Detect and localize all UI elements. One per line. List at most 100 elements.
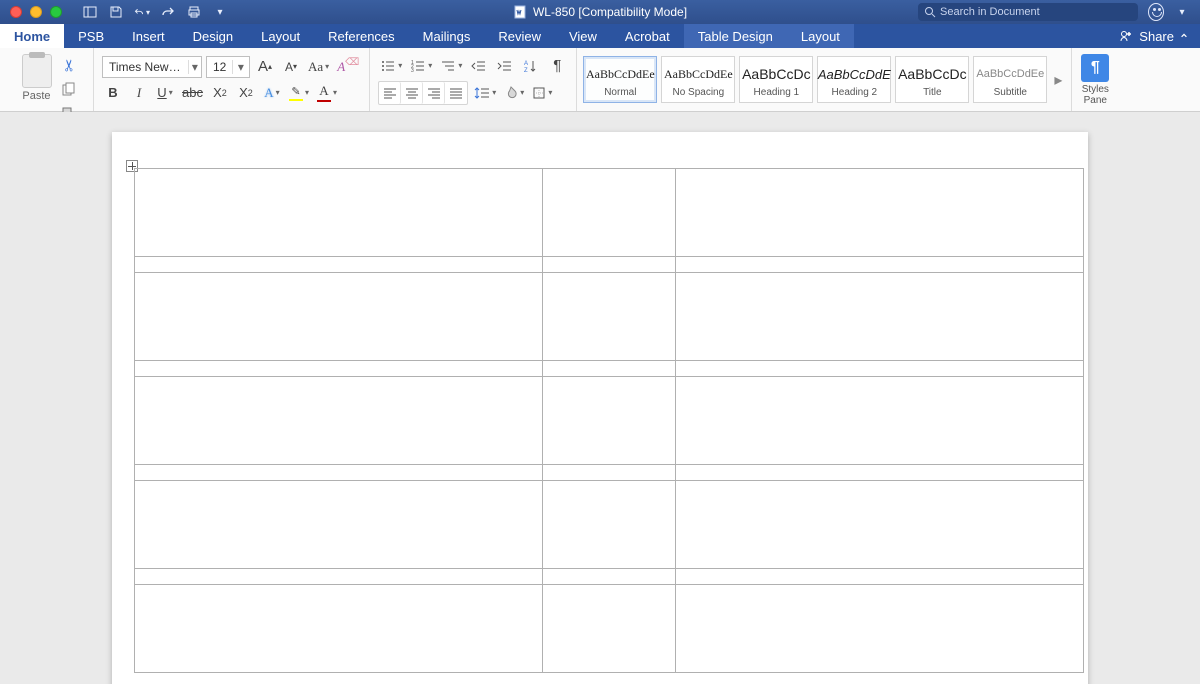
table-row	[135, 361, 1084, 377]
multilevel-list-button[interactable]: ▾	[438, 55, 464, 77]
tab-home[interactable]: Home	[0, 24, 64, 48]
justify-button[interactable]	[445, 82, 467, 104]
clear-formatting-button[interactable]: A⌫	[335, 56, 361, 78]
font-color-button[interactable]: A▾	[315, 82, 339, 104]
styles-pane-button[interactable]: ¶ Styles Pane	[1072, 48, 1118, 111]
shrink-font-button[interactable]: A▾	[280, 56, 302, 78]
change-case-button[interactable]: Aa▾	[306, 56, 331, 78]
style-heading-2[interactable]: AaBbCcDdE Heading 2	[817, 56, 891, 103]
subscript-button[interactable]: X2	[209, 82, 231, 104]
tab-psb[interactable]: PSB	[64, 24, 118, 48]
svg-text:3: 3	[411, 68, 414, 73]
table-row	[135, 377, 1084, 465]
table-row	[135, 569, 1084, 585]
tab-table-layout[interactable]: Layout	[787, 24, 854, 48]
bold-button[interactable]: B	[102, 82, 124, 104]
search-field[interactable]: Search in Document	[918, 3, 1138, 21]
styles-gallery-more-button[interactable]: ▸	[1051, 56, 1065, 103]
decrease-indent-button[interactable]	[468, 55, 490, 77]
tab-mailings[interactable]: Mailings	[409, 24, 485, 48]
document-table[interactable]	[134, 168, 1084, 673]
redo-icon[interactable]	[160, 4, 176, 20]
page	[112, 132, 1088, 684]
tab-table-design[interactable]: Table Design	[684, 24, 787, 48]
tab-review[interactable]: Review	[484, 24, 555, 48]
ribbon-tabs: Home PSB Insert Design Layout References…	[0, 24, 1200, 48]
table-row	[135, 585, 1084, 673]
shading-button[interactable]: ▾	[502, 82, 526, 104]
cut-button[interactable]: ✂	[58, 56, 78, 72]
group-clipboard: Paste ✂	[4, 48, 94, 111]
tab-insert[interactable]: Insert	[118, 24, 179, 48]
tab-acrobat[interactable]: Acrobat	[611, 24, 684, 48]
style-normal[interactable]: AaBbCcDdEe Normal	[583, 56, 657, 103]
share-icon	[1119, 29, 1133, 43]
close-window-button[interactable]	[10, 6, 22, 18]
superscript-button[interactable]: X2	[235, 82, 257, 104]
search-placeholder: Search in Document	[940, 6, 1040, 18]
svg-text:Z: Z	[524, 68, 528, 73]
copy-button[interactable]	[60, 82, 76, 98]
borders-button[interactable]: ▾	[530, 82, 554, 104]
feedback-smile-icon[interactable]	[1148, 4, 1164, 20]
group-styles: AaBbCcDdEe Normal AaBbCcDdEe No Spacing …	[577, 48, 1072, 111]
style-title[interactable]: AaBbCcDc Title	[895, 56, 969, 103]
ribbon: Paste ✂ Times New Ro...▾ 12▾ A▴ A▾ Aa▾ A…	[0, 48, 1200, 112]
bullets-button[interactable]: ▾	[378, 55, 404, 77]
style-subtitle[interactable]: AaBbCcDdEe Subtitle	[973, 56, 1047, 103]
align-right-button[interactable]	[423, 82, 445, 104]
save-icon[interactable]	[108, 4, 124, 20]
tab-references[interactable]: References	[314, 24, 408, 48]
collapse-ribbon-icon[interactable]	[1180, 32, 1188, 40]
underline-button[interactable]: U▾	[154, 82, 176, 104]
print-icon[interactable]	[186, 4, 202, 20]
quick-access-toolbar: ▾ ▾	[82, 4, 228, 20]
minimize-window-button[interactable]	[30, 6, 42, 18]
alignment-group	[378, 81, 468, 105]
show-marks-button[interactable]: ¶	[546, 55, 568, 77]
document-canvas[interactable]	[0, 112, 1200, 684]
table-row	[135, 257, 1084, 273]
tab-design[interactable]: Design	[179, 24, 247, 48]
table-row	[135, 465, 1084, 481]
style-no-spacing[interactable]: AaBbCcDdEe No Spacing	[661, 56, 735, 103]
italic-button[interactable]: I	[128, 82, 150, 104]
line-spacing-button[interactable]: ▾	[472, 82, 498, 104]
styles-pane-icon: ¶	[1081, 54, 1109, 82]
align-left-button[interactable]	[379, 82, 401, 104]
styles-pane-label: Styles Pane	[1082, 84, 1109, 106]
search-icon	[924, 6, 936, 18]
style-heading-1[interactable]: AaBbCcDc Heading 1	[739, 56, 813, 103]
table-row	[135, 481, 1084, 569]
font-name-combo[interactable]: Times New Ro...▾	[102, 56, 202, 78]
group-paragraph: ▾ 123▾ ▾ AZ ¶ ▾ ▾ ▾	[370, 48, 577, 111]
sidebar-toggle-icon[interactable]	[82, 4, 98, 20]
table-row	[135, 169, 1084, 257]
numbering-button[interactable]: 123▾	[408, 55, 434, 77]
window-controls	[0, 6, 62, 18]
word-doc-icon	[513, 5, 527, 19]
share-button[interactable]: Share	[1107, 24, 1200, 48]
align-center-button[interactable]	[401, 82, 423, 104]
sort-button[interactable]: AZ	[520, 55, 542, 77]
paste-button[interactable]	[22, 54, 52, 88]
table-row	[135, 273, 1084, 361]
highlight-button[interactable]: ✎▾	[287, 82, 311, 104]
tab-view[interactable]: View	[555, 24, 611, 48]
titlebar: ▾ ▾ WL-850 [Compatibility Mode] Search i…	[0, 0, 1200, 24]
undo-icon[interactable]: ▾	[134, 4, 150, 20]
font-size-combo[interactable]: 12▾	[206, 56, 250, 78]
group-font: Times New Ro...▾ 12▾ A▴ A▾ Aa▾ A⌫ B I U▾…	[94, 48, 370, 111]
paste-label: Paste	[22, 90, 50, 102]
grow-font-button[interactable]: A▴	[254, 56, 276, 78]
svg-text:A: A	[524, 61, 528, 67]
qat-customize-icon[interactable]: ▾	[212, 4, 228, 20]
document-title-text: WL-850 [Compatibility Mode]	[533, 5, 687, 19]
feedback-dropdown-icon[interactable]: ▾	[1174, 4, 1190, 20]
document-title: WL-850 [Compatibility Mode]	[513, 5, 687, 19]
zoom-window-button[interactable]	[50, 6, 62, 18]
increase-indent-button[interactable]	[494, 55, 516, 77]
strikethrough-button[interactable]: abc	[180, 82, 205, 104]
text-effects-button[interactable]: A▾	[261, 82, 283, 104]
tab-layout[interactable]: Layout	[247, 24, 314, 48]
